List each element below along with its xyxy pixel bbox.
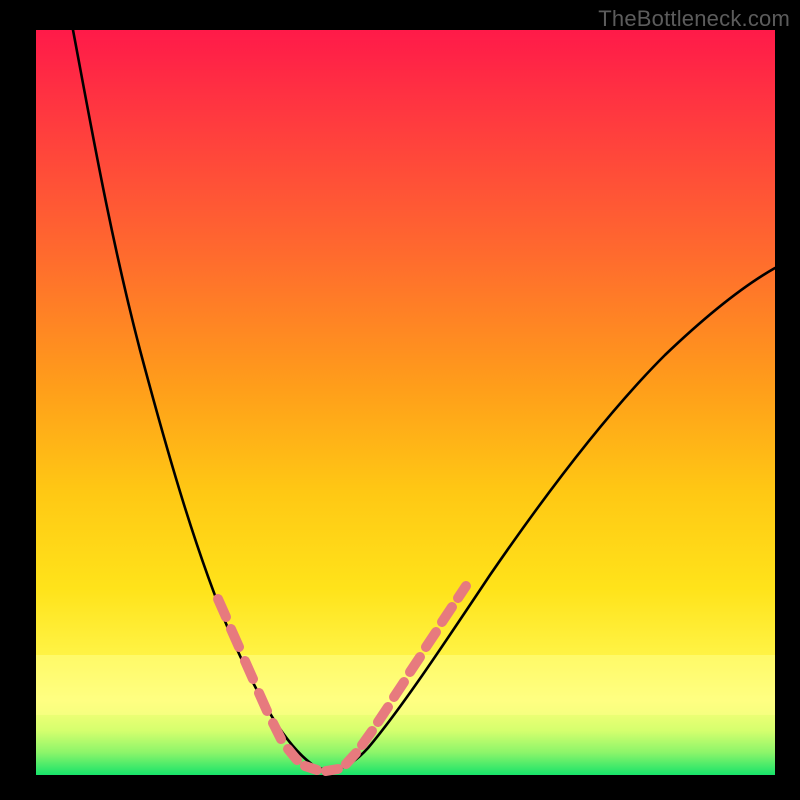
watermark-text: TheBottleneck.com — [598, 6, 790, 32]
bottleneck-chart — [0, 0, 800, 800]
chart-container: TheBottleneck.com — [0, 0, 800, 800]
